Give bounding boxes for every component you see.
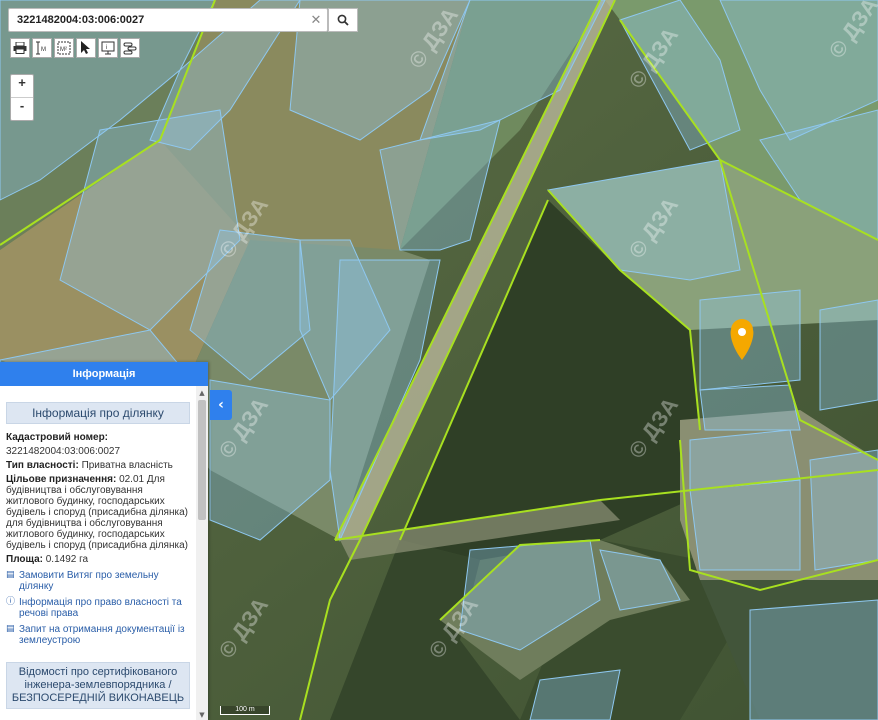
document-icon: ▤ <box>6 624 15 634</box>
zoom-control: + - <box>10 74 34 121</box>
ownership-label: Тип власності: <box>6 460 79 471</box>
area-label: Площа: <box>6 554 43 565</box>
chevron-left-icon: ‹ <box>218 397 224 413</box>
printer-icon[interactable] <box>10 38 30 58</box>
measure-area-icon[interactable]: M² <box>54 38 74 58</box>
info-icon: ⓘ <box>6 597 16 607</box>
panel-header: Інформація <box>0 362 208 386</box>
collapse-panel-button[interactable]: ‹ <box>210 390 232 420</box>
layers-icon[interactable] <box>120 38 140 58</box>
link-label: Замовити Витяг про земельну ділянку <box>19 570 159 592</box>
scroll-up-icon[interactable]: ▲ <box>196 388 208 398</box>
measure-line-icon[interactable]: M <box>32 38 52 58</box>
cadastral-value: 3221482004:03:006:0027 <box>6 446 121 457</box>
scale-bar: 100 m <box>220 706 270 715</box>
search-input[interactable] <box>9 10 305 30</box>
documentation-request-link[interactable]: ▤ Запит на отримання документації із земл… <box>6 624 190 646</box>
order-extract-link[interactable]: ▤ Замовити Витяг про земельну ділянку <box>6 570 190 592</box>
section-title: Інформація про ділянку <box>6 402 190 424</box>
svg-text:i: i <box>106 45 107 51</box>
purpose-label: Цільове призначення: <box>6 474 117 485</box>
search-icon <box>337 14 349 26</box>
search-box: ✕ <box>8 8 328 32</box>
ownership-value: Приватна власність <box>81 460 173 471</box>
ownership-info-link[interactable]: ⓘ Інформація про право власності та речов… <box>6 597 190 619</box>
map-toolbar: M M² i <box>10 38 140 60</box>
scroll-thumb[interactable] <box>198 400 206 520</box>
svg-text:M²: M² <box>60 47 67 53</box>
clear-search-icon[interactable]: ✕ <box>305 13 327 28</box>
svg-text:M: M <box>41 47 46 53</box>
screen-info-icon[interactable]: i <box>98 38 118 58</box>
document-icon: ▤ <box>6 570 15 580</box>
area-value: 0.1492 га <box>45 554 89 565</box>
scroll-down-icon[interactable]: ▼ <box>196 710 208 720</box>
pointer-icon[interactable] <box>76 38 96 58</box>
cadastral-label: Кадастровий номер: <box>6 432 109 443</box>
panel-body: Інформація про ділянку Кадастровий номер… <box>0 386 196 720</box>
search-button[interactable] <box>328 8 358 32</box>
engineer-info-button[interactable]: Відомості про сертифікованого інженера-з… <box>6 662 190 709</box>
link-label: Інформація про право власності та речові… <box>19 597 182 619</box>
link-label: Запит на отримання документації із земле… <box>19 624 185 646</box>
purpose-value: 02.01 Для будівництва і обслуговування ж… <box>6 474 188 551</box>
panel-scrollbar[interactable]: ▲ ▼ <box>196 386 208 720</box>
info-panel: Інформація Інформація про ділянку Кадаст… <box>0 362 208 720</box>
zoom-in-button[interactable]: + <box>11 75 33 97</box>
zoom-out-button[interactable]: - <box>11 97 33 120</box>
